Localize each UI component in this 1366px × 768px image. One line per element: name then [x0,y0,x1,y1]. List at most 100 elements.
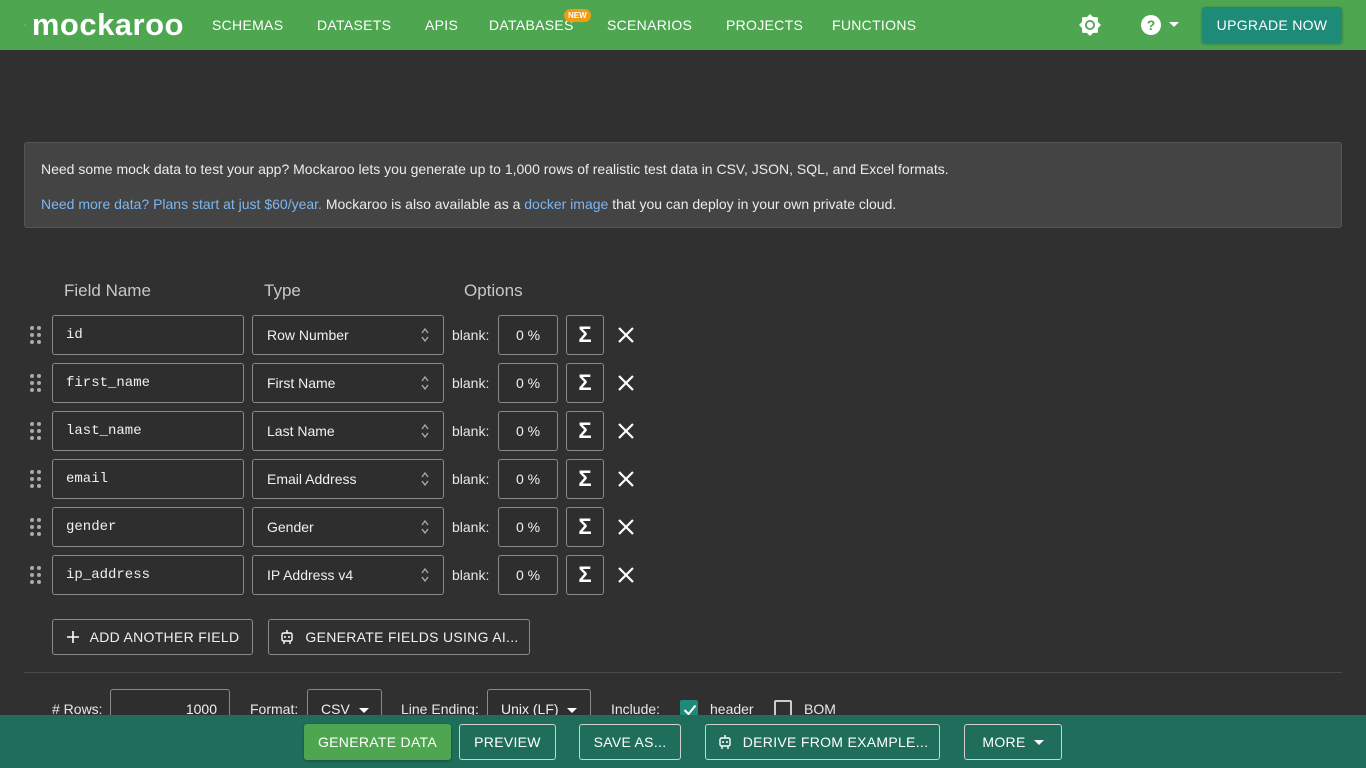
nav-datasets[interactable]: DATASETS [317,0,391,50]
info-text: Need some mock data to test your app? Mo… [41,161,949,177]
bottom-action-bar: GENERATE DATA PREVIEW SAVE AS... DERIVE … [0,715,1366,768]
sigma-icon[interactable]: Σ [566,315,604,355]
field-type-value: First Name [267,375,336,391]
blank-percent-input[interactable]: 0 % [498,555,558,595]
select-arrows-icon [421,471,429,487]
generate-data-button[interactable]: GENERATE DATA [304,724,451,760]
sigma-icon[interactable]: Σ [566,507,604,547]
field-name-input[interactable] [52,315,244,355]
field-row: Gender blank: 0 % Σ [0,507,700,547]
nav-projects[interactable]: PROJECTS [726,0,803,50]
sigma-icon[interactable]: Σ [566,363,604,403]
drag-handle-icon[interactable] [30,422,42,440]
field-name-input[interactable] [52,555,244,595]
kangaroo-icon [24,24,26,26]
blank-percent-input[interactable]: 0 % [498,507,558,547]
new-badge: NEW [564,9,591,22]
derive-from-example-button[interactable]: DERIVE FROM EXAMPLE... [705,724,940,760]
info-mid-text: Mockaroo is also available as a [321,196,525,212]
chevron-down-icon [1033,739,1044,745]
field-type-value: IP Address v4 [267,567,354,583]
drag-handle-icon[interactable] [30,566,42,584]
blank-label: blank: [452,471,490,487]
nav-scenarios[interactable]: SCENARIOS [607,0,692,50]
field-row: Email Address blank: 0 % Σ [0,459,700,499]
chevron-down-icon [567,708,577,713]
select-arrows-icon [421,423,429,439]
select-arrows-icon [421,519,429,535]
field-name-input[interactable] [52,507,244,547]
field-type-value: Row Number [267,327,349,343]
drag-handle-icon[interactable] [30,374,42,392]
blank-label: blank: [452,375,490,391]
sigma-icon[interactable]: Σ [566,411,604,451]
drag-handle-icon[interactable] [30,326,42,344]
blank-percent-input[interactable]: 0 % [498,315,558,355]
field-name-header: Field Name [64,281,151,300]
field-type-value: Last Name [267,423,335,439]
more-button[interactable]: MORE [964,724,1062,760]
blank-label: blank: [452,423,490,439]
brightness-icon[interactable] [1078,13,1102,37]
close-icon[interactable] [616,421,636,441]
field-row: First Name blank: 0 % Σ [0,363,700,403]
drag-handle-icon[interactable] [30,470,42,488]
field-row: IP Address v4 blank: 0 % Σ [0,555,700,595]
generate-fields-ai-button[interactable]: GENERATE FIELDS USING AI... [268,619,530,655]
preview-button[interactable]: PREVIEW [459,724,556,760]
field-type-select[interactable]: Email Address [252,459,444,499]
field-name-input[interactable] [52,363,244,403]
more-label: MORE [982,734,1026,750]
chevron-down-icon[interactable] [1169,22,1179,27]
field-type-select[interactable]: First Name [252,363,444,403]
field-type-select[interactable]: Gender [252,507,444,547]
info-banner: Need some mock data to test your app? Mo… [24,142,1342,228]
select-arrows-icon [421,375,429,391]
field-name-input[interactable] [52,411,244,451]
plus-icon [66,631,79,643]
divider [24,672,1342,673]
nav-apis[interactable]: APIS [425,0,458,50]
upgrade-now-button[interactable]: UPGRADE NOW [1202,7,1342,43]
nav-functions[interactable]: FUNCTIONS [832,0,916,50]
type-header: Type [264,281,301,300]
options-header: Options [464,281,523,300]
select-arrows-icon [421,567,429,583]
info-tail-text: that you can deploy in your own private … [608,196,897,212]
field-name-input[interactable] [52,459,244,499]
close-icon[interactable] [616,517,636,537]
field-type-select[interactable]: Row Number [252,315,444,355]
field-type-select[interactable]: IP Address v4 [252,555,444,595]
sigma-icon[interactable]: Σ [566,459,604,499]
blank-percent-input[interactable]: 0 % [498,363,558,403]
add-field-label: ADD ANOTHER FIELD [89,629,240,645]
top-navbar: mockaroo SCHEMAS DATASETS APIS DATABASES… [0,0,1366,50]
close-icon[interactable] [616,373,636,393]
close-icon[interactable] [616,469,636,489]
drag-handle-icon[interactable] [30,518,42,536]
sigma-icon[interactable]: Σ [566,555,604,595]
field-row: Row Number blank: 0 % Σ [0,315,700,355]
brand-name: mockaroo [31,8,184,42]
brand-logo[interactable]: mockaroo [24,8,184,42]
blank-label: blank: [452,519,490,535]
docker-image-link[interactable]: docker image [524,196,608,212]
field-type-value: Gender [267,519,314,535]
field-row: Last Name blank: 0 % Σ [0,411,700,451]
nav-databases[interactable]: DATABASES [489,0,574,50]
nav-schemas[interactable]: SCHEMAS [212,0,283,50]
robot-icon [719,735,731,749]
close-icon[interactable] [616,565,636,585]
blank-percent-input[interactable]: 0 % [498,459,558,499]
close-icon[interactable] [616,325,636,345]
help-circle-icon[interactable]: ? [1140,14,1162,36]
save-as-button[interactable]: SAVE AS... [579,724,681,760]
generate-ai-label: GENERATE FIELDS USING AI... [305,629,519,645]
info-text-2: Need more data? Plans start at just $60/… [41,196,896,212]
blank-percent-input[interactable]: 0 % [498,411,558,451]
field-type-select[interactable]: Last Name [252,411,444,451]
add-another-field-button[interactable]: ADD ANOTHER FIELD [52,619,253,655]
derive-label: DERIVE FROM EXAMPLE... [742,734,929,750]
svg-text:?: ? [1147,17,1156,33]
pricing-link[interactable]: Need more data? Plans start at just $60/… [41,196,322,212]
